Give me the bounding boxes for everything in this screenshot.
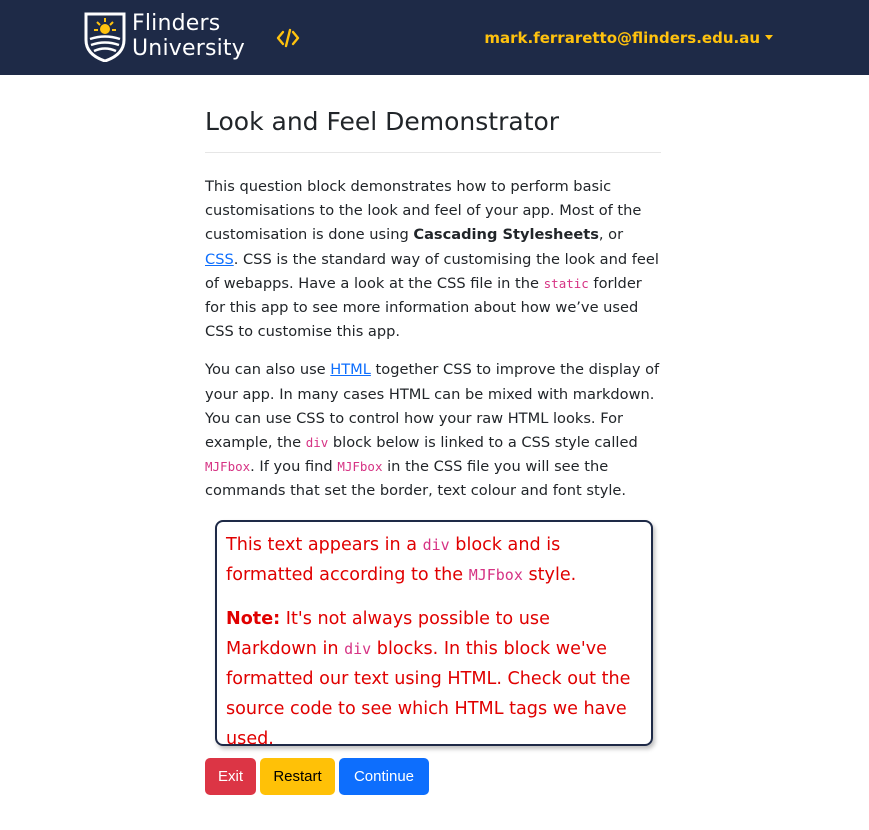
text: , or [598, 226, 624, 244]
inline-code: MJFbox [468, 566, 523, 584]
page-title: Look and Feel Demonstrator [205, 107, 560, 136]
inline-code: div [422, 536, 450, 554]
inline-code: MJFbox [337, 459, 383, 475]
note-label: Note: [226, 609, 281, 629]
caret-down-icon [765, 35, 773, 40]
html-paragraph: You can also use HTML together CSS to im… [205, 358, 661, 503]
inline-code: MJFbox [205, 459, 251, 475]
flinders-logo-icon [84, 12, 126, 62]
intro-paragraph: This question block demonstrates how to … [205, 175, 661, 344]
box-paragraph-1: This text appears in a div block and is … [226, 530, 642, 590]
inline-code: div [305, 435, 329, 451]
restart-button[interactable]: Restart [260, 758, 335, 795]
top-navbar: Flinders University mark.ferraretto@flin… [0, 0, 869, 75]
box-paragraph-2: Note: It's not always possible to use Ma… [226, 604, 642, 754]
text: block below is linked to a CSS style cal… [328, 434, 638, 452]
user-dropdown[interactable]: mark.ferraretto@flinders.edu.au [484, 29, 773, 47]
brand-line-1: Flinders [132, 11, 221, 36]
inline-code: static [543, 275, 589, 291]
bold-text: Cascading Stylesheets [413, 226, 599, 244]
brand-line-2: University [132, 36, 245, 61]
mjfbox-div: This text appears in a div block and is … [215, 520, 653, 749]
flinders-logo[interactable]: Flinders University [84, 11, 256, 63]
brand-name: Flinders University [132, 11, 245, 61]
title-divider [205, 152, 661, 153]
text: This text appears in a [226, 535, 423, 555]
code-icon[interactable] [276, 26, 300, 50]
text: . If you find [250, 458, 338, 476]
user-email: mark.ferraretto@flinders.edu.au [484, 29, 760, 47]
text: You can also use [205, 361, 331, 379]
main-content: Look and Feel Demonstrator This question… [205, 100, 661, 518]
css-link[interactable]: CSS [205, 251, 234, 268]
html-link[interactable]: HTML [330, 361, 371, 378]
continue-button[interactable]: Continue [339, 758, 429, 795]
exit-button[interactable]: Exit [205, 758, 256, 795]
text: style. [522, 565, 577, 585]
inline-code: div [344, 640, 372, 658]
